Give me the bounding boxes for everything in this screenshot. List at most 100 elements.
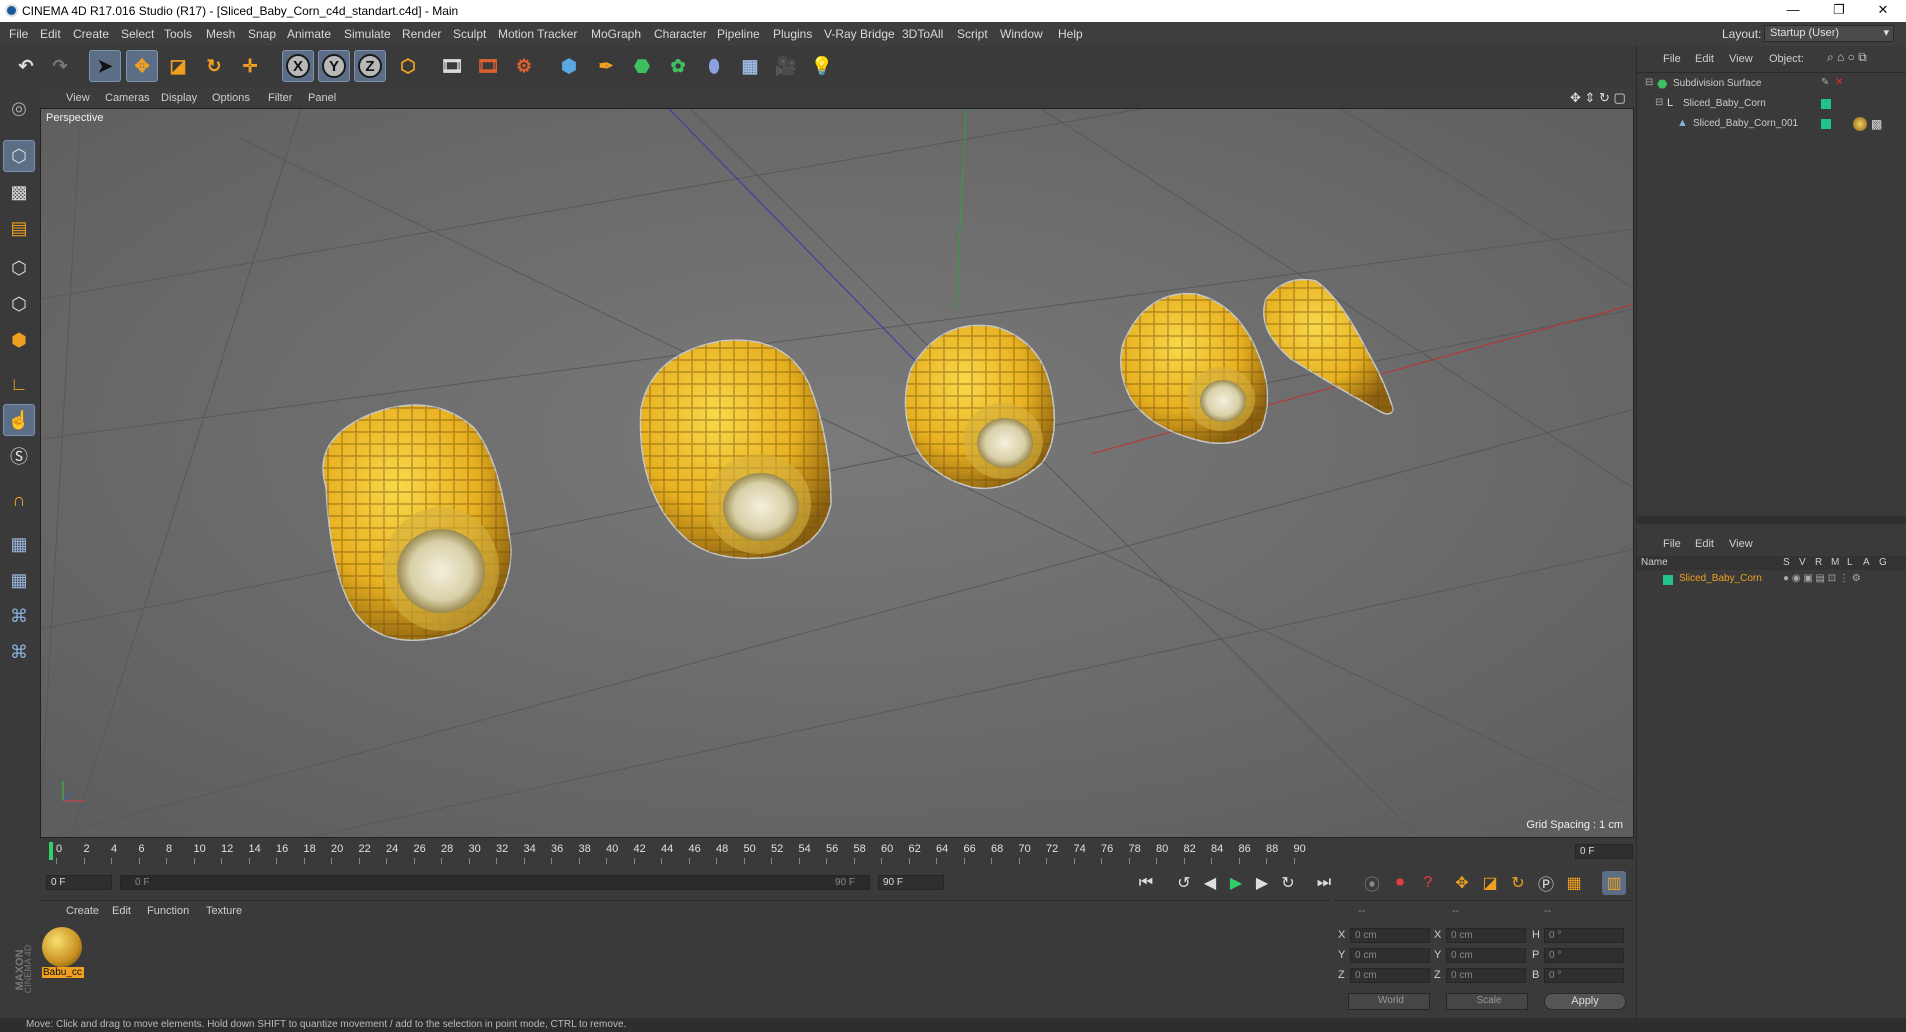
magnet-icon[interactable]: ∩ [3, 484, 35, 516]
disabled-x-icon[interactable]: ✕ [1835, 77, 1843, 88]
viewport-nav-icons[interactable]: ✥ ⇕ ↻ ▢ [1570, 90, 1626, 106]
layer-toggle-icons[interactable]: ● ◉ ▣ ▤ ⊡ ⋮ ⚙ [1783, 573, 1861, 584]
vp-menu-view[interactable]: View [66, 92, 90, 104]
python-script-icon[interactable]: ⌘ [3, 636, 35, 668]
tree-item-subdivision-surface[interactable]: ⊟ ⬣ Subdivision Surface ✎ ✕ [1643, 77, 1906, 93]
timeline-ruler[interactable]: 0 2 4 6 8 10 12 14 16 18 20 22 24 26 28 30 32 34 36 38 40 42 4… [40, 838, 1634, 866]
deformer-icon[interactable]: ⬮ [698, 50, 730, 82]
points-mode-icon[interactable]: ⬡ [3, 252, 35, 284]
material-tag-icon[interactable] [1853, 117, 1867, 131]
restore-button[interactable]: ❐ [1816, 0, 1862, 22]
floor-icon[interactable]: ▦ [734, 50, 766, 82]
prev-frame-icon[interactable]: ◀ [1198, 871, 1222, 895]
mat-menu-function[interactable]: Function [147, 905, 189, 917]
texture-mode-icon[interactable]: ▩ [3, 176, 35, 208]
coord-size-mode-select[interactable]: Scale [1446, 993, 1528, 1010]
vp-menu-display[interactable]: Display [161, 92, 197, 104]
axis-mode-icon[interactable]: ∟ [3, 368, 35, 400]
light-icon[interactable]: 💡 [806, 50, 838, 82]
menu-plugins[interactable]: Plugins [773, 27, 812, 41]
obj-search-icons[interactable]: ⌕ ⌂ ○ ⧉ [1827, 50, 1867, 65]
tweak-mode-icon[interactable]: ☝ [3, 404, 35, 436]
render-picture-viewer-icon[interactable]: 🎞 [472, 50, 504, 82]
spline-pen-icon[interactable]: ✒ [590, 50, 622, 82]
menu-motion-tracker[interactable]: Motion Tracker [498, 27, 577, 41]
menu-vray-bridge[interactable]: V-Ray Bridge [824, 27, 895, 41]
menu-render[interactable]: Render [402, 27, 441, 41]
close-button[interactable]: ✕ [1860, 0, 1906, 22]
menu-mesh[interactable]: Mesh [206, 27, 235, 41]
obj-menu-view[interactable]: View [1729, 53, 1753, 65]
obj-menu-edit[interactable]: Edit [1695, 53, 1714, 65]
menu-create[interactable]: Create [73, 27, 109, 41]
apply-button[interactable]: Apply [1544, 993, 1626, 1010]
coordinate-system-icon[interactable]: ⬡ [392, 50, 424, 82]
layer-menu-view[interactable]: View [1729, 538, 1753, 550]
collapse-icon[interactable]: ⊟ [1655, 97, 1663, 108]
key-rotation-icon[interactable]: ↻ [1506, 871, 1530, 895]
menu-tools[interactable]: Tools [164, 27, 192, 41]
vp-menu-options[interactable]: Options [212, 92, 250, 104]
menu-select[interactable]: Select [121, 27, 154, 41]
menu-edit[interactable]: Edit [40, 27, 61, 41]
undo-icon[interactable]: ↶ [10, 50, 42, 82]
menu-animate[interactable]: Animate [287, 27, 331, 41]
cube-primitive-icon[interactable]: ⬢ [553, 50, 585, 82]
key-scale-icon[interactable]: ◪ [1478, 871, 1502, 895]
menu-character[interactable]: Character [654, 27, 707, 41]
menu-snap[interactable]: Snap [248, 27, 276, 41]
key-position-icon[interactable]: ✥ [1450, 871, 1474, 895]
obj-menu-file[interactable]: File [1663, 53, 1681, 65]
y-axis-lock-icon[interactable]: Y [318, 50, 350, 82]
end-frame-field[interactable]: 90 F [878, 875, 944, 890]
timeline-layout-icon[interactable]: ▥ [1602, 871, 1626, 895]
mat-menu-create[interactable]: Create [66, 905, 99, 917]
rotation-h-field[interactable]: 0 ° [1544, 928, 1624, 943]
select-arrow-icon[interactable]: ➤ [89, 50, 121, 82]
edges-mode-icon[interactable]: ⬡ [3, 288, 35, 320]
key-pla-icon[interactable]: ▦ [1562, 871, 1586, 895]
autokey-icon[interactable]: ⏺ [1388, 871, 1412, 895]
play-icon[interactable]: ▶ [1224, 871, 1248, 895]
minimize-button[interactable]: — [1770, 0, 1816, 22]
z-axis-lock-icon[interactable]: Z [354, 50, 386, 82]
menu-window[interactable]: Window [1000, 27, 1043, 41]
mat-menu-edit[interactable]: Edit [112, 905, 131, 917]
workplane-grid-icon[interactable]: ▦ [3, 528, 35, 560]
mat-menu-texture[interactable]: Texture [206, 905, 242, 917]
material-swatch[interactable]: Babu_cc [42, 927, 84, 983]
position-x-field[interactable]: 0 cm [1350, 928, 1430, 943]
perspective-viewport[interactable]: Perspective Grid Spacing : 1 cm [40, 108, 1634, 838]
polygons-mode-icon[interactable]: ⬢ [3, 324, 35, 356]
corn-slice-1[interactable] [322, 404, 512, 641]
coord-space-select[interactable]: World [1348, 993, 1430, 1010]
texture-tag-icon[interactable]: ▩ [1871, 117, 1882, 131]
frame-range-slider[interactable]: 0 F 90 F [120, 875, 870, 890]
vp-menu-filter[interactable]: Filter [268, 92, 292, 104]
start-frame-field[interactable]: 0 F [46, 875, 112, 890]
menu-help[interactable]: Help [1058, 27, 1083, 41]
subdivision-surface-icon[interactable]: ⬣ [626, 50, 658, 82]
tree-item-sliced-baby-corn-001[interactable]: ▲ Sliced_Baby_Corn_001 ▩ [1643, 117, 1906, 133]
layer-menu-edit[interactable]: Edit [1695, 538, 1714, 550]
layout-select[interactable]: Startup (User) ▾ [1764, 25, 1894, 42]
rotate-tool-icon[interactable]: ↻ [198, 50, 230, 82]
key-parameter-icon[interactable]: Ⓟ [1534, 871, 1558, 895]
collapse-icon[interactable]: ⊟ [1645, 77, 1653, 88]
position-y-field[interactable]: 0 cm [1350, 948, 1430, 963]
menu-file[interactable]: File [9, 27, 28, 41]
position-z-field[interactable]: 0 cm [1350, 968, 1430, 983]
corn-slice-3[interactable] [904, 324, 1056, 490]
rotation-p-field[interactable]: 0 ° [1544, 948, 1624, 963]
menu-pipeline[interactable]: Pipeline [717, 27, 760, 41]
workplane-icon[interactable]: ▤ [3, 212, 35, 244]
model-mode-icon[interactable]: ⬡ [3, 140, 35, 172]
edit-toggle-icon[interactable]: ✎ [1821, 77, 1829, 88]
menu-simulate[interactable]: Simulate [344, 27, 391, 41]
x-axis-lock-icon[interactable]: X [282, 50, 314, 82]
redo-icon[interactable]: ↷ [44, 50, 76, 82]
layer-color-swatch[interactable] [1821, 99, 1831, 109]
make-editable-icon[interactable]: ◎ [3, 92, 35, 124]
go-to-end-icon[interactable]: ⏭ [1312, 871, 1336, 895]
layer-row[interactable]: Sliced_Baby_Corn ● ◉ ▣ ▤ ⊡ ⋮ ⚙ [1637, 572, 1906, 588]
